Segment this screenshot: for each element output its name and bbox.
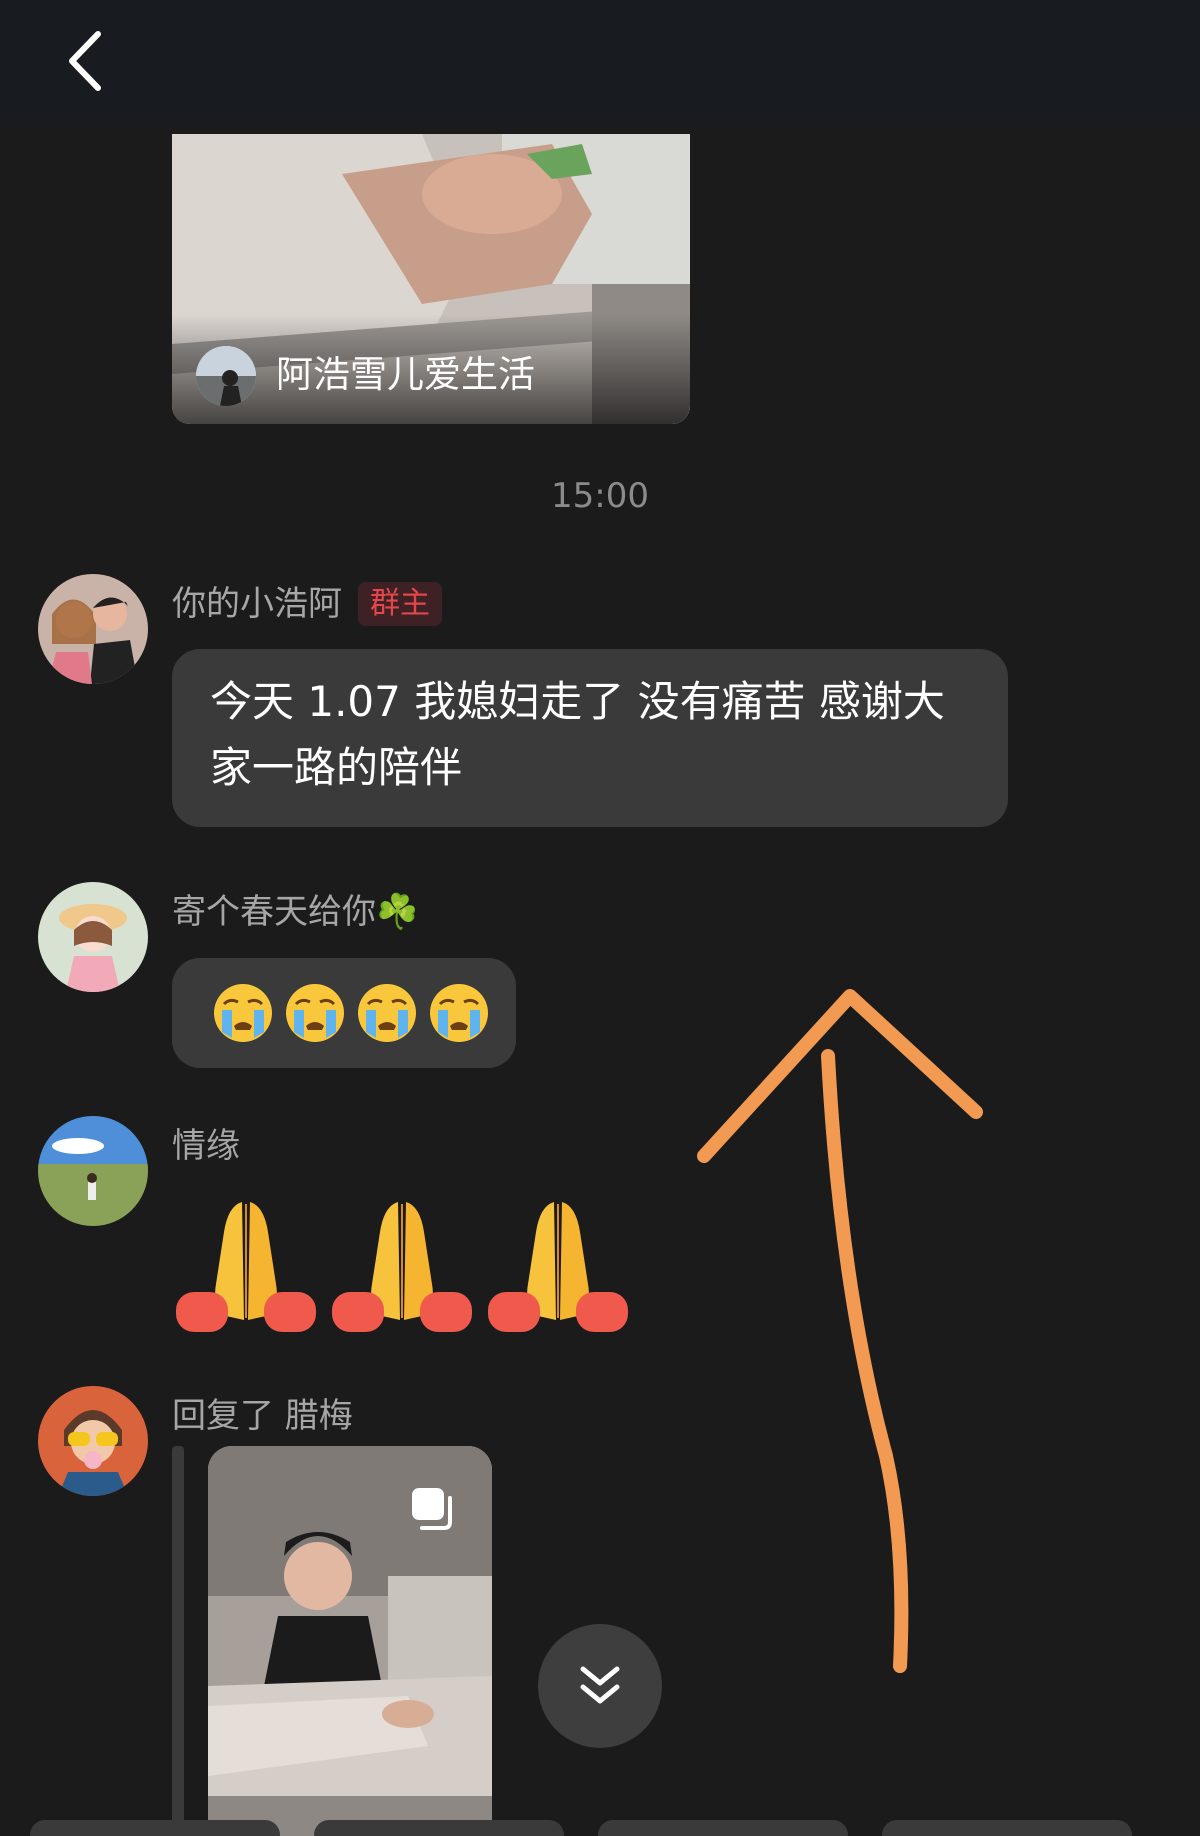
- group-owner-badge: 群主: [358, 582, 442, 626]
- quick-reply-chip[interactable]: [598, 1820, 848, 1836]
- quick-reply-chip[interactable]: [30, 1820, 280, 1836]
- sender-name: 情缘: [172, 1126, 240, 1166]
- top-bar: [0, 0, 1200, 126]
- emoji-message[interactable]: [172, 1188, 632, 1336]
- message-bubble[interactable]: [172, 958, 516, 1068]
- avatar[interactable]: [38, 882, 148, 992]
- avatar[interactable]: [38, 1116, 148, 1226]
- shared-video-card[interactable]: 阿浩雪儿爱生活: [172, 134, 690, 424]
- message-timestamp: 15:00: [551, 476, 649, 516]
- crying-face-icon: [214, 984, 272, 1042]
- message-bubble[interactable]: 今天 1.07 我媳妇走了 没有痛苦 感谢大家一路的陪伴: [172, 649, 1008, 827]
- quick-reply-chip[interactable]: [314, 1820, 564, 1836]
- double-chevron-down-icon: [580, 1666, 620, 1704]
- image-attachment[interactable]: [208, 1446, 492, 1836]
- chevron-left-icon: [69, 31, 101, 91]
- chat-area[interactable]: 阿浩雪儿爱生活 15:00 你的小浩阿 群主 今天 1.07 我媳妇走了 没有痛苦…: [0, 126, 1200, 1836]
- quick-reply-chip[interactable]: [882, 1820, 1132, 1836]
- scroll-down-button[interactable]: [538, 1624, 662, 1748]
- crying-face-icon: [358, 984, 416, 1042]
- back-button[interactable]: [58, 26, 114, 96]
- sender-name: 寄个春天给你☘️: [172, 892, 419, 932]
- crying-face-icon: [430, 984, 488, 1042]
- annotation-arrow: [697, 989, 983, 1673]
- user-avatar-icon: [196, 346, 256, 406]
- sender-name-text: 你的小浩阿: [172, 584, 342, 624]
- avatar[interactable]: [38, 1386, 148, 1496]
- avatar[interactable]: [38, 574, 148, 684]
- praying-hands-icon: [488, 1202, 628, 1332]
- crying-face-icon: [286, 984, 344, 1042]
- praying-hands-icon: [176, 1202, 316, 1332]
- reply-quote-line: [172, 1446, 184, 1836]
- reply-label: 回复了 腊梅: [172, 1396, 353, 1436]
- praying-hands-icon: [332, 1202, 472, 1332]
- message-text: 今天 1.07 我媳妇走了 没有痛苦 感谢大家一路的陪伴: [210, 677, 945, 792]
- multi-image-icon: [412, 1488, 452, 1530]
- sender-name: 你的小浩阿 群主: [172, 582, 442, 626]
- quick-reply-bar: [0, 1820, 1200, 1836]
- video-owner-name: 阿浩雪儿爱生活: [276, 353, 535, 396]
